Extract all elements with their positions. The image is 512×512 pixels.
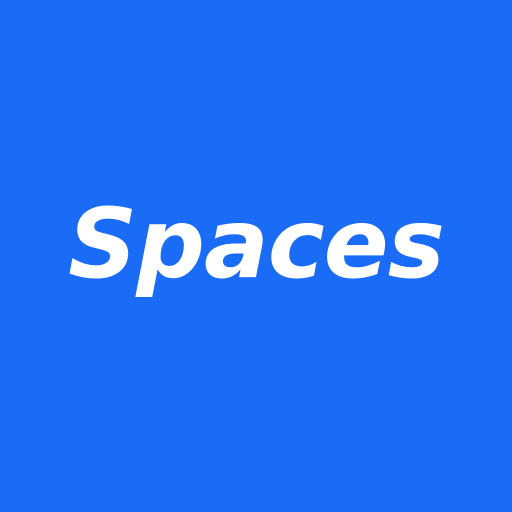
spaces-logo-wordmark: Spaces [68, 188, 445, 300]
app-icon: Spaces [0, 0, 512, 512]
